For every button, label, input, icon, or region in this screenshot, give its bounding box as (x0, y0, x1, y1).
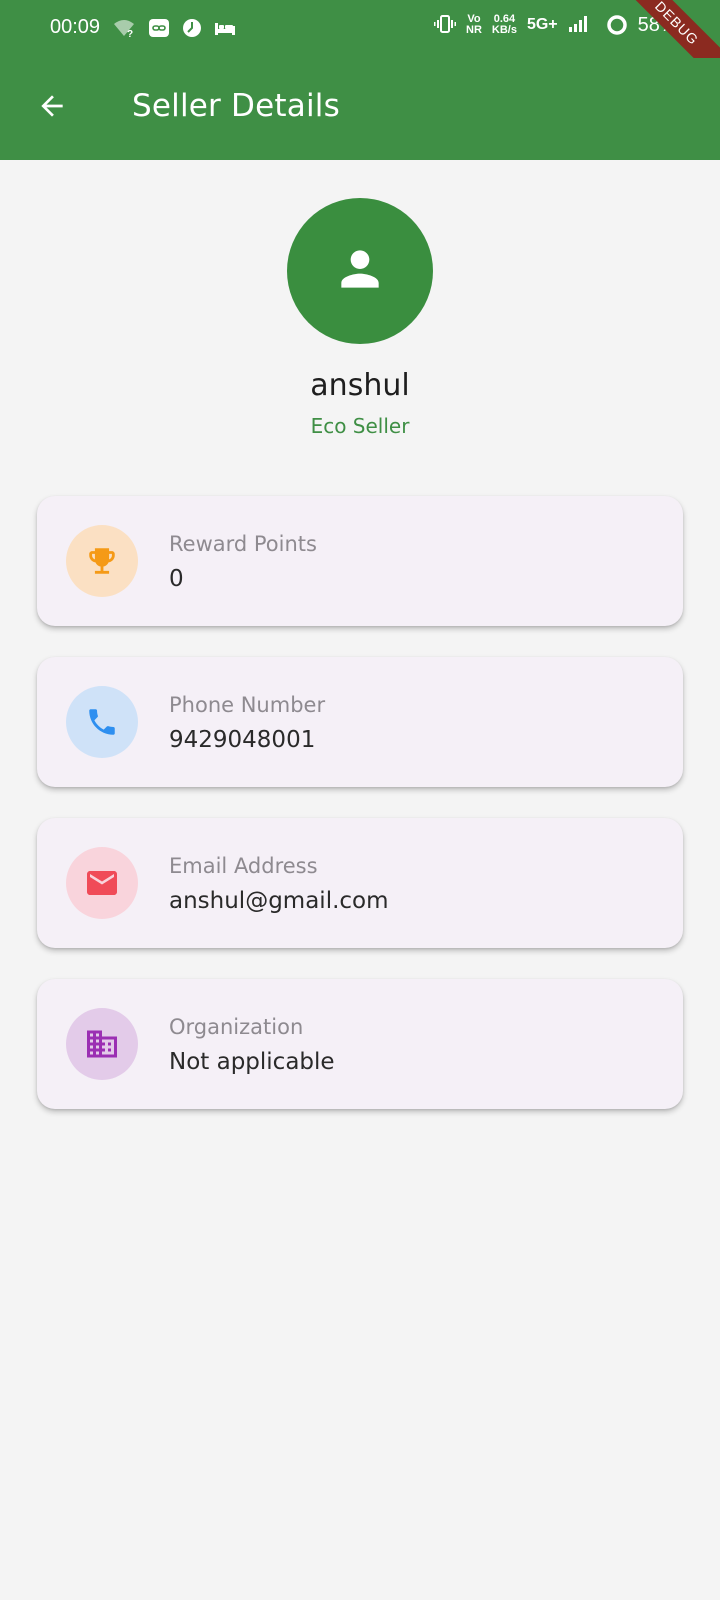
net-speed: 0.64 KB/s (491, 13, 517, 36)
seller-role: Eco Seller (310, 414, 410, 438)
trophy-icon (66, 525, 138, 597)
status-bar: 00:09 ? Vo NR 0.64 KB/s 5G+ 58% DEBUG (0, 0, 720, 93)
card-value: Not applicable (169, 1049, 335, 1075)
vibrate-icon (434, 14, 456, 36)
reward-points-card: Reward Points 0 (37, 496, 683, 626)
card-value: 0 (169, 566, 184, 592)
card-value: anshul@gmail.com (169, 888, 389, 914)
link-icon (148, 18, 170, 40)
email-address-card: Email Address anshul@gmail.com (37, 818, 683, 948)
mail-icon (66, 847, 138, 919)
signal-icon (568, 14, 590, 36)
arrow-back-icon (36, 90, 68, 126)
organization-card: Organization Not applicable (37, 979, 683, 1109)
clock-icon (182, 18, 202, 40)
phone-number-card: Phone Number 9429048001 (37, 657, 683, 787)
seller-name: anshul (310, 368, 410, 403)
status-time: 00:09 (50, 16, 101, 38)
app-bar: Seller Details (0, 58, 720, 160)
svg-text:?: ? (127, 29, 133, 38)
back-button[interactable] (30, 86, 74, 130)
card-label: Reward Points (169, 532, 317, 556)
card-label: Organization (169, 1015, 304, 1039)
phone-icon (66, 686, 138, 758)
card-label: Phone Number (169, 693, 326, 717)
avatar (287, 198, 433, 344)
business-icon (66, 1008, 138, 1080)
volte-indicator: Vo NR (466, 13, 482, 36)
person-icon (332, 241, 388, 301)
wifi-question-icon: ? (112, 18, 136, 40)
battery-ring-icon (606, 14, 628, 36)
card-label: Email Address (169, 854, 318, 878)
page-title: Seller Details (132, 88, 340, 124)
network-type: 5G+ (526, 16, 558, 33)
bed-icon (214, 18, 236, 40)
card-value: 9429048001 (169, 727, 316, 753)
